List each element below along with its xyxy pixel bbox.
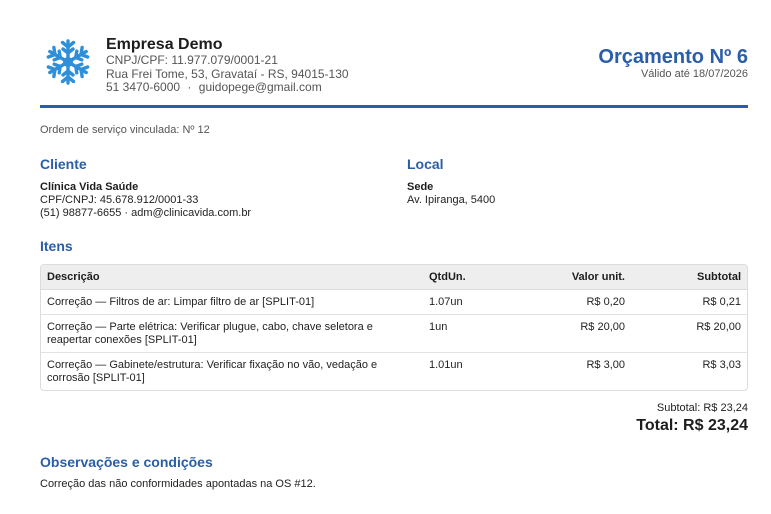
- company-phone: 51 3470-6000: [106, 80, 181, 94]
- items-section-title: Itens: [40, 238, 73, 254]
- total-value: Total: R$ 23,24: [636, 417, 748, 434]
- item-description: Correção — Parte elétrica: Verificar plu…: [47, 321, 373, 346]
- company-email[interactable]: guidopege@gmail.com: [199, 80, 322, 94]
- client-section-title: Cliente: [40, 156, 87, 172]
- service-order-reference: Ordem de serviço vinculada: Nº 12: [40, 124, 210, 136]
- totals-block: Subtotal: R$ 23,24 Total: R$ 23,24: [636, 402, 748, 437]
- quote-valid-until: Válido até 18/07/2026: [640, 68, 748, 80]
- client-document: CPF/CNPJ: 45.678.912/0001-33: [40, 194, 199, 206]
- item-subtotal: R$ 0,21: [702, 296, 741, 308]
- quote-title: Orçamento Nº 6: [598, 46, 748, 68]
- quote-heading: Orçamento Nº 6 Válido até 18/07/2026: [598, 46, 748, 81]
- location-name: Sede: [407, 181, 434, 193]
- table-header-row: Descrição QtdUn. Valor unit. Subtotal: [41, 265, 747, 290]
- contact-separator: ·: [187, 80, 192, 94]
- item-description: Correção — Gabinete/estrutura: Verificar…: [47, 359, 378, 384]
- company-cnpj: CNPJ/CPF: 11.977.079/0001-21: [106, 53, 278, 67]
- client-name: Clínica Vida Saúde: [40, 181, 139, 193]
- item-unit-value: R$ 3,00: [586, 359, 625, 371]
- header-unit-value: Valor unit.: [571, 271, 625, 283]
- table-row: Correção — Filtros de ar: Limpar filtro …: [41, 290, 747, 315]
- header-description: Descrição: [47, 271, 100, 283]
- header-subtotal: Subtotal: [697, 271, 741, 283]
- subtotal-value: Subtotal: R$ 23,24: [656, 402, 748, 414]
- items-table: Descrição QtdUn. Valor unit. Subtotal Co…: [40, 264, 748, 391]
- company-address: Rua Frei Tome, 53, Gravataí - RS, 94015-…: [106, 66, 349, 81]
- table-row: Correção — Gabinete/estrutura: Verificar…: [41, 353, 747, 390]
- item-unit-value: R$ 20,00: [580, 321, 625, 333]
- item-subtotal: R$ 20,00: [696, 321, 741, 333]
- header-divider: [40, 105, 748, 108]
- document-header: Empresa Demo CNPJ/CPF: 11.977.079/0001-2…: [40, 36, 748, 106]
- item-qty: 1un: [429, 321, 448, 333]
- location-address: Av. Ipiranga, 5400: [407, 194, 496, 206]
- company-info: Empresa Demo CNPJ/CPF: 11.977.079/0001-2…: [106, 36, 349, 95]
- table-row: Correção — Parte elétrica: Verificar plu…: [41, 315, 747, 353]
- item-qty: 1.01un: [429, 359, 463, 371]
- header-qty-unit: QtdUn.: [429, 271, 466, 283]
- observations-text: Correção das não conformidades apontadas…: [40, 478, 316, 490]
- observations-section-title: Observações e condições: [40, 454, 213, 470]
- snowflake-logo-icon: [45, 39, 91, 85]
- client-contact: (51) 98877-6655 · adm@clinicavida.com.br: [40, 207, 252, 219]
- item-unit-value: R$ 0,20: [586, 296, 625, 308]
- location-section-title: Local: [407, 156, 444, 172]
- item-qty: 1.07un: [429, 296, 463, 308]
- company-contact: 51 3470-6000 · guidopege@gmail.com: [106, 80, 349, 95]
- company-name: Empresa Demo: [106, 36, 223, 53]
- item-subtotal: R$ 3,03: [702, 359, 741, 371]
- item-description: Correção — Filtros de ar: Limpar filtro …: [47, 296, 315, 308]
